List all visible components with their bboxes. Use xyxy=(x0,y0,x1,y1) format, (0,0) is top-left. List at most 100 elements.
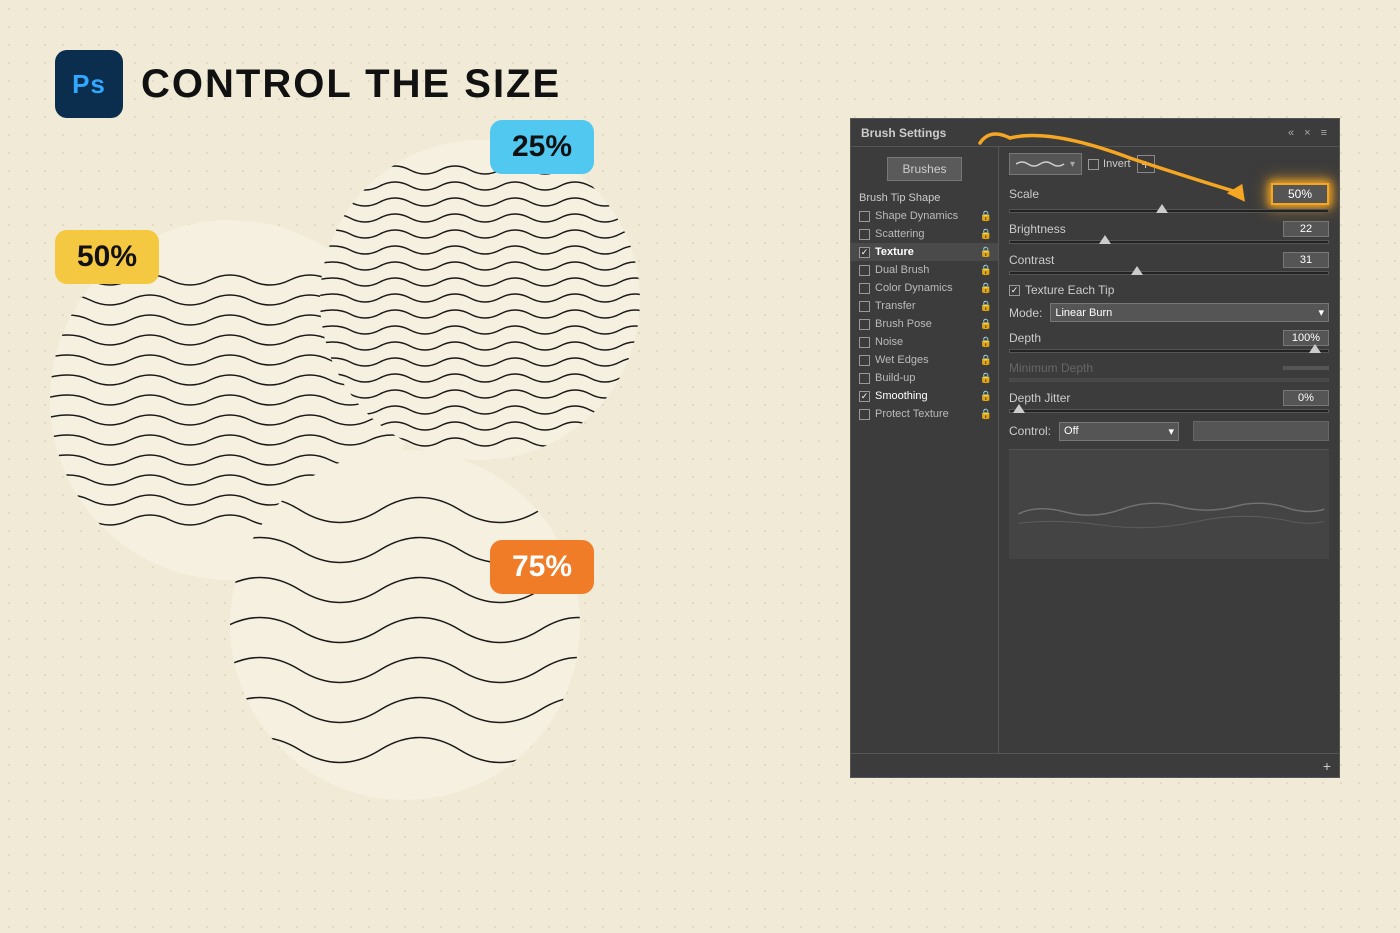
panel-close-btn[interactable]: × xyxy=(1302,127,1312,139)
depth-value[interactable]: 100% xyxy=(1283,330,1329,346)
panel-titlebar: Brush Settings « × ≡ xyxy=(851,119,1339,147)
panel-controls: « × ≡ xyxy=(1286,127,1329,139)
sidebar-item-color-dynamics[interactable]: Color Dynamics 🔒 xyxy=(851,279,998,297)
sidebar-item-scattering[interactable]: Scattering 🔒 xyxy=(851,225,998,243)
depth-jitter-value[interactable]: 0% xyxy=(1283,390,1329,406)
buildup-lock: 🔒 xyxy=(980,373,992,384)
sidebar-item-transfer[interactable]: Transfer 🔒 xyxy=(851,297,998,315)
sidebar-item-texture[interactable]: Texture 🔒 xyxy=(851,243,998,261)
smoothing-label: Smoothing xyxy=(875,390,928,402)
scale-row: Scale 50% xyxy=(1009,183,1329,205)
depth-slider-track[interactable] xyxy=(1009,349,1329,353)
sidebar-item-shape-dynamics[interactable]: Shape Dynamics 🔒 xyxy=(851,207,998,225)
brush-pose-checkbox[interactable] xyxy=(859,319,870,330)
texture-lock: 🔒 xyxy=(980,247,992,258)
brush-preview-area xyxy=(1009,449,1329,559)
brush-tip-shape-label: Brush Tip Shape xyxy=(859,192,940,204)
brightness-row: Brightness 22 xyxy=(1009,221,1329,237)
depth-slider-container xyxy=(1009,349,1329,353)
scale-slider-thumb[interactable] xyxy=(1156,204,1168,213)
panel-footer: + xyxy=(851,753,1339,777)
contrast-value[interactable]: 31 xyxy=(1283,252,1329,268)
dual-brush-checkbox[interactable] xyxy=(859,265,870,276)
color-dynamics-lock: 🔒 xyxy=(980,283,992,294)
texture-each-tip-checkbox[interactable] xyxy=(1009,285,1020,296)
depth-slider-thumb[interactable] xyxy=(1309,344,1321,353)
control-select-arrow: ▾ xyxy=(1169,425,1175,438)
brush-selector-arrow: ▾ xyxy=(1070,159,1075,170)
badge-50: 50% xyxy=(55,230,159,284)
panel-body: Brushes Brush Tip Shape Shape Dynamics 🔒 xyxy=(851,147,1339,753)
noise-label: Noise xyxy=(875,336,903,348)
shape-dynamics-lock: 🔒 xyxy=(980,211,992,222)
shape-dynamics-label: Shape Dynamics xyxy=(875,210,958,222)
badge-75: 75% xyxy=(490,540,594,594)
sidebar-item-protect-texture[interactable]: Protect Texture 🔒 xyxy=(851,405,998,423)
brightness-slider-thumb[interactable] xyxy=(1099,235,1111,244)
scattering-checkbox[interactable] xyxy=(859,229,870,240)
contrast-label: Contrast xyxy=(1009,253,1054,267)
sidebar-item-buildup[interactable]: Build-up 🔒 xyxy=(851,369,998,387)
add-texture-btn[interactable]: + xyxy=(1137,155,1155,173)
invert-checkbox[interactable] xyxy=(1088,159,1099,170)
noise-checkbox[interactable] xyxy=(859,337,870,348)
color-dynamics-label: Color Dynamics xyxy=(875,282,953,294)
control-value: Off xyxy=(1064,425,1078,437)
wet-edges-label: Wet Edges xyxy=(875,354,929,366)
control-extra-box xyxy=(1193,421,1329,441)
brush-preview-selector[interactable]: ▾ xyxy=(1009,153,1082,175)
panel-menu-btn[interactable]: ≡ xyxy=(1319,127,1329,139)
protect-texture-label: Protect Texture xyxy=(875,408,949,420)
color-dynamics-checkbox[interactable] xyxy=(859,283,870,294)
buildup-checkbox[interactable] xyxy=(859,373,870,384)
transfer-checkbox[interactable] xyxy=(859,301,870,312)
texture-checkbox[interactable] xyxy=(859,247,870,258)
sidebar-item-smoothing[interactable]: Smoothing 🔒 xyxy=(851,387,998,405)
scale-label: Scale xyxy=(1009,187,1039,201)
transfer-label: Transfer xyxy=(875,300,916,312)
mode-select[interactable]: Linear Burn ▾ xyxy=(1050,303,1329,322)
mode-value: Linear Burn xyxy=(1055,307,1112,319)
sidebar-item-brush-tip-shape[interactable]: Brush Tip Shape xyxy=(851,189,998,207)
brightness-value[interactable]: 22 xyxy=(1283,221,1329,237)
sidebar-item-noise[interactable]: Noise 🔒 xyxy=(851,333,998,351)
panel-collapse-btn[interactable]: « xyxy=(1286,127,1296,139)
panel-add-btn[interactable]: + xyxy=(1323,758,1331,774)
control-select[interactable]: Off ▾ xyxy=(1059,422,1179,441)
dual-brush-label: Dual Brush xyxy=(875,264,929,276)
scattering-lock: 🔒 xyxy=(980,229,992,240)
smoothing-checkbox[interactable] xyxy=(859,391,870,402)
protect-texture-lock: 🔒 xyxy=(980,409,992,420)
depth-jitter-row: Depth Jitter 0% xyxy=(1009,390,1329,406)
protect-texture-checkbox[interactable] xyxy=(859,409,870,420)
panel-title: Brush Settings xyxy=(861,126,946,140)
scale-value-input[interactable]: 50% xyxy=(1271,183,1329,205)
sidebar-item-dual-brush[interactable]: Dual Brush 🔒 xyxy=(851,261,998,279)
contrast-slider-container xyxy=(1009,271,1329,275)
mode-row: Mode: Linear Burn ▾ xyxy=(1009,303,1329,322)
brightness-label: Brightness xyxy=(1009,222,1066,236)
contrast-slider-track[interactable] xyxy=(1009,271,1329,275)
brushes-button[interactable]: Brushes xyxy=(887,157,961,181)
depth-jitter-slider-track[interactable] xyxy=(1009,409,1329,413)
circle-25 xyxy=(320,140,640,460)
contrast-slider-thumb[interactable] xyxy=(1131,266,1143,275)
shape-dynamics-checkbox[interactable] xyxy=(859,211,870,222)
depth-row: Depth 100% xyxy=(1009,330,1329,346)
sidebar-item-brush-pose[interactable]: Brush Pose 🔒 xyxy=(851,315,998,333)
scale-slider-track[interactable] xyxy=(1009,209,1329,213)
scattering-label: Scattering xyxy=(875,228,925,240)
invert-label: Invert xyxy=(1103,158,1131,170)
depth-label: Depth xyxy=(1009,331,1041,345)
circle-75 xyxy=(230,450,580,800)
depth-jitter-slider-thumb[interactable] xyxy=(1013,404,1025,413)
min-depth-value xyxy=(1283,366,1329,370)
wet-edges-checkbox[interactable] xyxy=(859,355,870,366)
wave-pattern-75 xyxy=(230,450,580,800)
sidebar-item-wet-edges[interactable]: Wet Edges 🔒 xyxy=(851,351,998,369)
min-depth-slider-container xyxy=(1009,378,1329,382)
brush-stroke-preview xyxy=(1009,450,1329,559)
min-depth-label: Minimum Depth xyxy=(1009,361,1093,375)
scale-slider-container xyxy=(1009,209,1329,213)
brightness-slider-track[interactable] xyxy=(1009,240,1329,244)
